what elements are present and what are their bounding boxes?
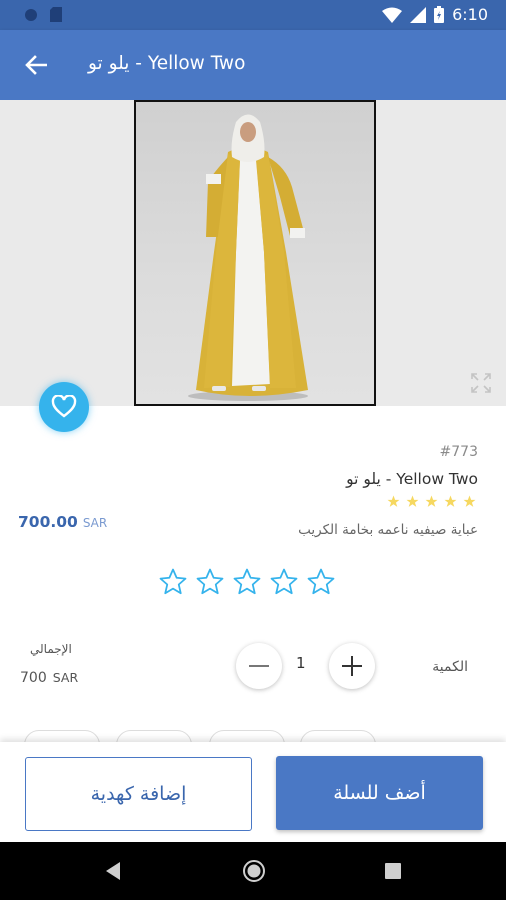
expand-icon [471, 373, 491, 393]
battery-icon [434, 6, 445, 23]
sd-card-icon [50, 7, 62, 22]
product-detail-screen: 6:10 يلو تو - Yellow Two #773 يلو تو - Y… [0, 0, 506, 900]
quantity-value: 1 [296, 654, 306, 672]
wifi-icon [382, 7, 403, 23]
product-photo[interactable] [134, 100, 376, 406]
signal-icon [410, 6, 427, 23]
add-as-gift-button[interactable]: إضافة كهدية [25, 757, 252, 831]
product-description: عباية صيفيه ناعمه بخامة الكريب [298, 522, 478, 538]
add-to-cart-button[interactable]: أضف للسلة [276, 756, 483, 830]
star-outline-icon[interactable] [232, 567, 262, 597]
quantity-label: الكمية [432, 659, 468, 675]
plus-icon [342, 656, 362, 676]
star-outline-icon[interactable] [158, 567, 188, 597]
action-panel: إضافة كهدية أضف للسلة [0, 742, 506, 842]
expand-image-button[interactable] [470, 372, 492, 394]
arrow-left-icon [25, 55, 47, 75]
back-button[interactable] [22, 51, 50, 79]
star-filled-icon [463, 495, 476, 507]
star-outline-icon[interactable] [195, 567, 225, 597]
product-name: يلو تو - Yellow Two [346, 470, 478, 488]
product-price: 700.00 SAR [18, 513, 107, 531]
status-bar: 6:10 [0, 0, 506, 30]
star-filled-icon [406, 495, 419, 507]
star-outline-icon[interactable] [306, 567, 336, 597]
total-currency: SAR [52, 670, 79, 685]
product-sku: #773 [439, 444, 478, 460]
total-label: الإجمالي [30, 642, 72, 656]
user-rating-input[interactable] [158, 567, 336, 597]
total-value: 700 [20, 670, 47, 686]
price-currency: SAR [82, 516, 108, 530]
product-rating-stars [387, 495, 476, 508]
total-amount: 700 SAR [20, 670, 78, 686]
app-bar: يلو تو - Yellow Two [0, 30, 506, 100]
product-image-area [0, 100, 506, 406]
nav-back-icon[interactable] [104, 861, 122, 881]
system-nav-bar [0, 842, 506, 900]
heart-icon [51, 395, 77, 418]
favorite-button[interactable] [39, 382, 89, 432]
star-outline-icon[interactable] [269, 567, 299, 597]
sim-icon [25, 8, 37, 21]
star-filled-icon [444, 495, 457, 507]
minus-icon [249, 665, 269, 667]
product-model-image [188, 114, 308, 401]
nav-home-icon[interactable] [242, 859, 266, 883]
quantity-increase-button[interactable] [329, 643, 375, 689]
star-filled-icon [387, 495, 400, 507]
status-time: 6:10 [452, 5, 488, 24]
star-filled-icon [425, 495, 438, 507]
quantity-decrease-button[interactable] [236, 643, 282, 689]
nav-recent-apps-icon[interactable] [385, 863, 401, 879]
page-title: يلو تو - Yellow Two [88, 53, 246, 74]
price-value: 700.00 [18, 513, 78, 531]
